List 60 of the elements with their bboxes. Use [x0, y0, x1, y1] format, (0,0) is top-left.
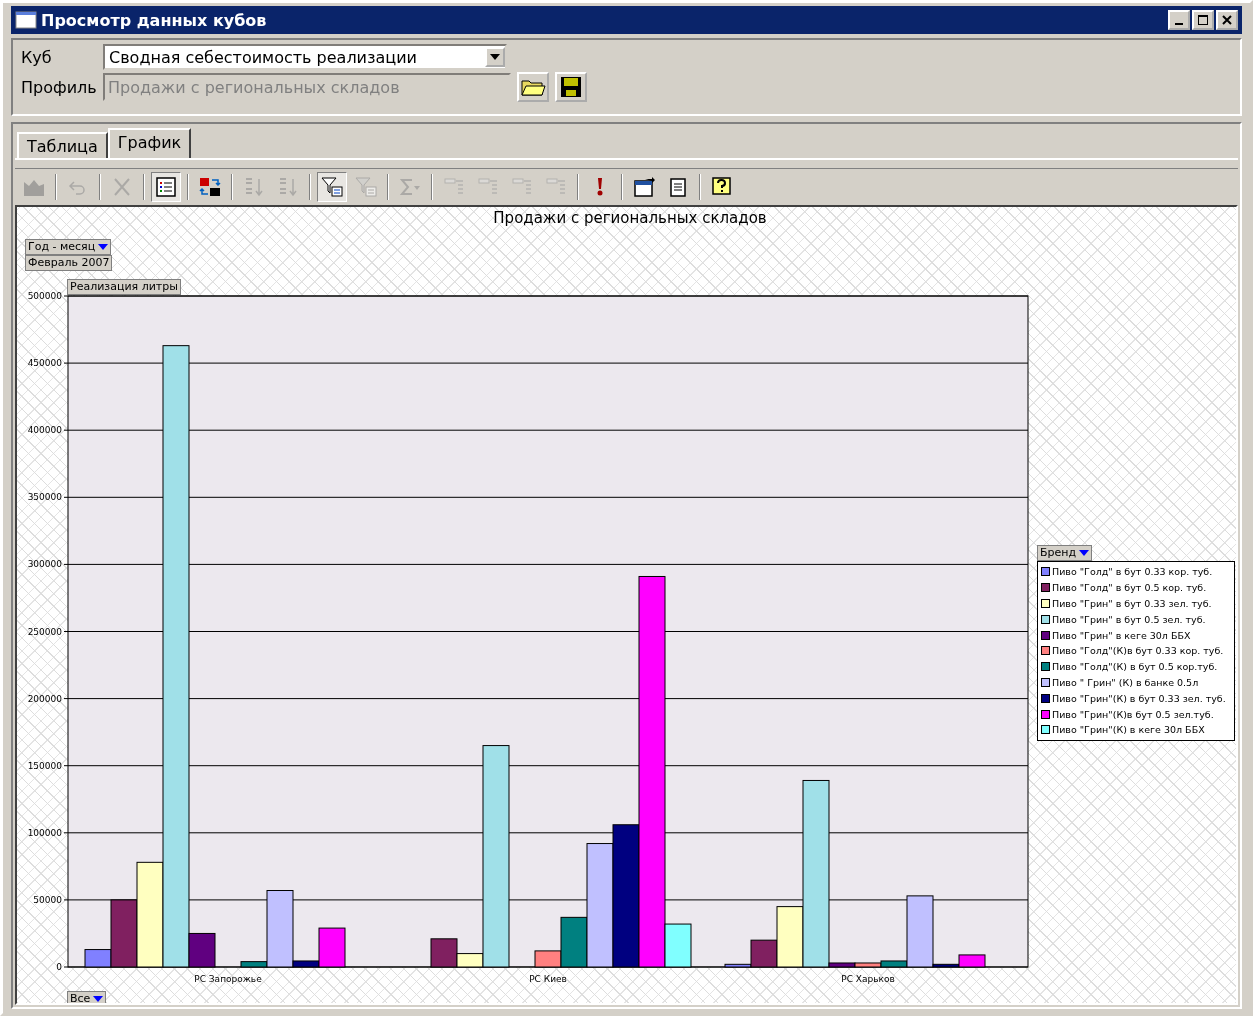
legend-label: Пиво "Голд" в бут 0.33 кор. туб. [1052, 566, 1213, 578]
legend-label: Пиво "Грин"(К) в кеге 30л ББХ [1052, 724, 1205, 736]
caret-icon [1079, 550, 1090, 556]
tab[interactable]: Таблица [17, 132, 108, 158]
legend-button[interactable] [151, 172, 181, 202]
filter-field-button[interactable]: Год - месяц [25, 239, 112, 255]
y-tick-label: 300000 [27, 559, 62, 570]
category-field-button[interactable]: Все [67, 991, 107, 1003]
minimize-button[interactable] [1168, 10, 1190, 30]
y-tick-label: 450000 [27, 358, 62, 369]
x-category-label: РС Киев [529, 974, 567, 984]
legend-label: Пиво "Голд" в бут 0.5 кор. туб. [1052, 582, 1207, 594]
y-tick-label: 500000 [27, 291, 62, 301]
legend-label: Пиво "Грин"(К) в бут 0.33 зел. туб. [1052, 692, 1226, 704]
y-tick-label: 50000 [33, 894, 62, 905]
filter-value: Февраль 2007 [25, 255, 113, 271]
legend-label: Пиво "Грин"(К)в бут 0.5 зел.туб. [1052, 708, 1214, 720]
y-tick-label: 250000 [27, 626, 62, 637]
cube-dropdown[interactable]: Сводная себестоимость реализации [103, 44, 507, 70]
y-tick-label: 200000 [27, 693, 62, 704]
y-axis-label[interactable]: Реализация литры [67, 279, 181, 295]
help-icon [710, 176, 734, 198]
window-icon [15, 11, 37, 29]
filter-button[interactable] [317, 172, 347, 202]
series-field-button[interactable]: Бренд [1037, 545, 1093, 561]
profile-label: Профиль [21, 77, 97, 97]
y-tick-label: 0 [56, 962, 62, 972]
sum-icon [398, 176, 422, 198]
open-button[interactable] [517, 72, 549, 102]
legend-label: Пиво "Грин" в бут 0.33 зел. туб. [1052, 598, 1212, 609]
caret-icon [490, 54, 500, 60]
list-icon [154, 176, 178, 198]
y-tick-label: 400000 [27, 425, 62, 436]
grid-arrows-icon [198, 176, 222, 198]
funnel-icon [354, 176, 378, 198]
y-tick-label: 100000 [27, 827, 62, 838]
chart-title: Продажи с региональных складов [493, 209, 767, 227]
caret-icon [93, 996, 104, 1002]
minimize-icon [1175, 23, 1183, 25]
x-category-label: РС Запорожье [194, 974, 262, 984]
y-tick-label: 350000 [27, 492, 62, 503]
window-title: Просмотр данных кубов [41, 10, 268, 30]
maximize-icon [1198, 15, 1208, 25]
legend-label: Пиво "Грин" в кеге 30л ББХ [1052, 629, 1191, 641]
legend-label: Пиво " Грин" (К) в банке 0.5л [1052, 676, 1199, 688]
caret-icon [98, 244, 109, 250]
x-category-label: РС Харьков [841, 974, 895, 984]
cube-label: Куб [21, 47, 53, 67]
y-tick-label: 150000 [27, 760, 62, 771]
legend-label: Пиво "Грин" в бут 0.5 зел. туб. [1052, 613, 1206, 625]
tab[interactable]: График [107, 128, 192, 158]
maximize-button[interactable] [1192, 10, 1214, 30]
funnel-icon [320, 176, 344, 198]
close-icon [1222, 15, 1232, 25]
exclamation-icon [597, 178, 603, 196]
close-button[interactable] [1216, 10, 1238, 30]
document-arrow-icon [632, 176, 656, 198]
legend-label: Пиво "Голд"(К) в бут 0.5 кор.туб. [1052, 661, 1218, 673]
legend-label: Пиво "Голд"(К)в бут 0.33 кор. туб. [1052, 645, 1224, 657]
save-button[interactable] [555, 72, 587, 102]
